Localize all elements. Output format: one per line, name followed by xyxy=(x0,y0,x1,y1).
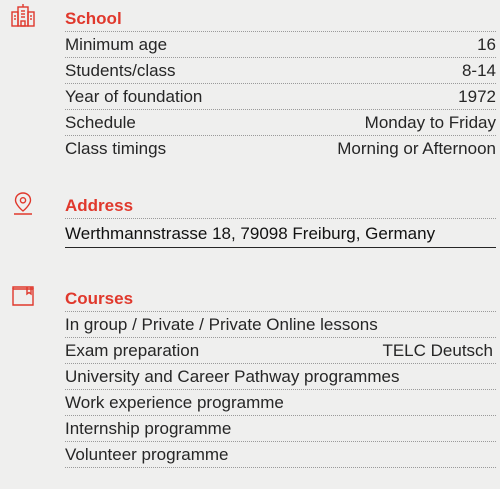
row-label: Volunteer programme xyxy=(65,444,229,464)
row-value: 1972 xyxy=(458,86,496,106)
school-row-students-class: Students/class 8-14 xyxy=(65,58,496,84)
courses-row-work-experience: Work experience programme xyxy=(65,390,496,416)
row-label: Exam preparation xyxy=(65,340,200,360)
address-heading: Address xyxy=(65,196,134,215)
row-label: Schedule xyxy=(65,112,136,132)
row-value: Morning or Afternoon xyxy=(337,139,496,158)
address-row: Werthmannstrasse 18, 79098 Freiburg, Ger… xyxy=(65,220,496,248)
book-icon xyxy=(12,286,34,306)
courses-row-exam-preparation: Exam preparation TELC Deutsch xyxy=(65,338,496,364)
row-label: Work experience programme xyxy=(65,392,284,412)
row-label: Year of foundation xyxy=(65,86,203,106)
row-label: Internship programme xyxy=(65,418,232,438)
row-value: 8-14 xyxy=(461,60,496,80)
courses-row-internship: Internship programme xyxy=(65,416,496,442)
row-value: Monday to Friday xyxy=(364,112,496,132)
school-row-minimum-age: Minimum age 16 xyxy=(65,32,496,58)
row-label: Class timings xyxy=(65,139,167,158)
row-value: 16 xyxy=(477,34,496,54)
address-text: Werthmannstrasse 18, 79098 Freiburg, Ger… xyxy=(65,223,436,243)
courses-row-volunteer: Volunteer programme xyxy=(65,442,496,468)
row-label: Minimum age xyxy=(65,34,168,54)
school-building-icon xyxy=(11,4,35,27)
row-label: In group / Private / Private Online less… xyxy=(65,314,378,334)
courses-icon xyxy=(10,284,34,308)
row-label: Students/class xyxy=(65,60,176,80)
location-pin-icon xyxy=(14,192,32,215)
courses-row-lessons: In group / Private / Private Online less… xyxy=(65,312,496,338)
courses-heading: Courses xyxy=(65,289,134,308)
school-row-schedule: Schedule Monday to Friday xyxy=(65,110,496,136)
address-heading-rule xyxy=(65,218,496,219)
school-row-class-timings: Class timings Morning or Afternoon xyxy=(65,136,496,162)
school-heading: School xyxy=(65,9,122,28)
address-icon xyxy=(10,190,34,215)
school-row-year-of-foundation: Year of foundation 1972 xyxy=(65,84,496,110)
row-label: University and Career Pathway programmes xyxy=(65,366,400,386)
row-value: TELC Deutsch xyxy=(382,340,493,360)
courses-row-pathway: University and Career Pathway programmes xyxy=(65,364,496,390)
school-icon xyxy=(10,3,35,27)
